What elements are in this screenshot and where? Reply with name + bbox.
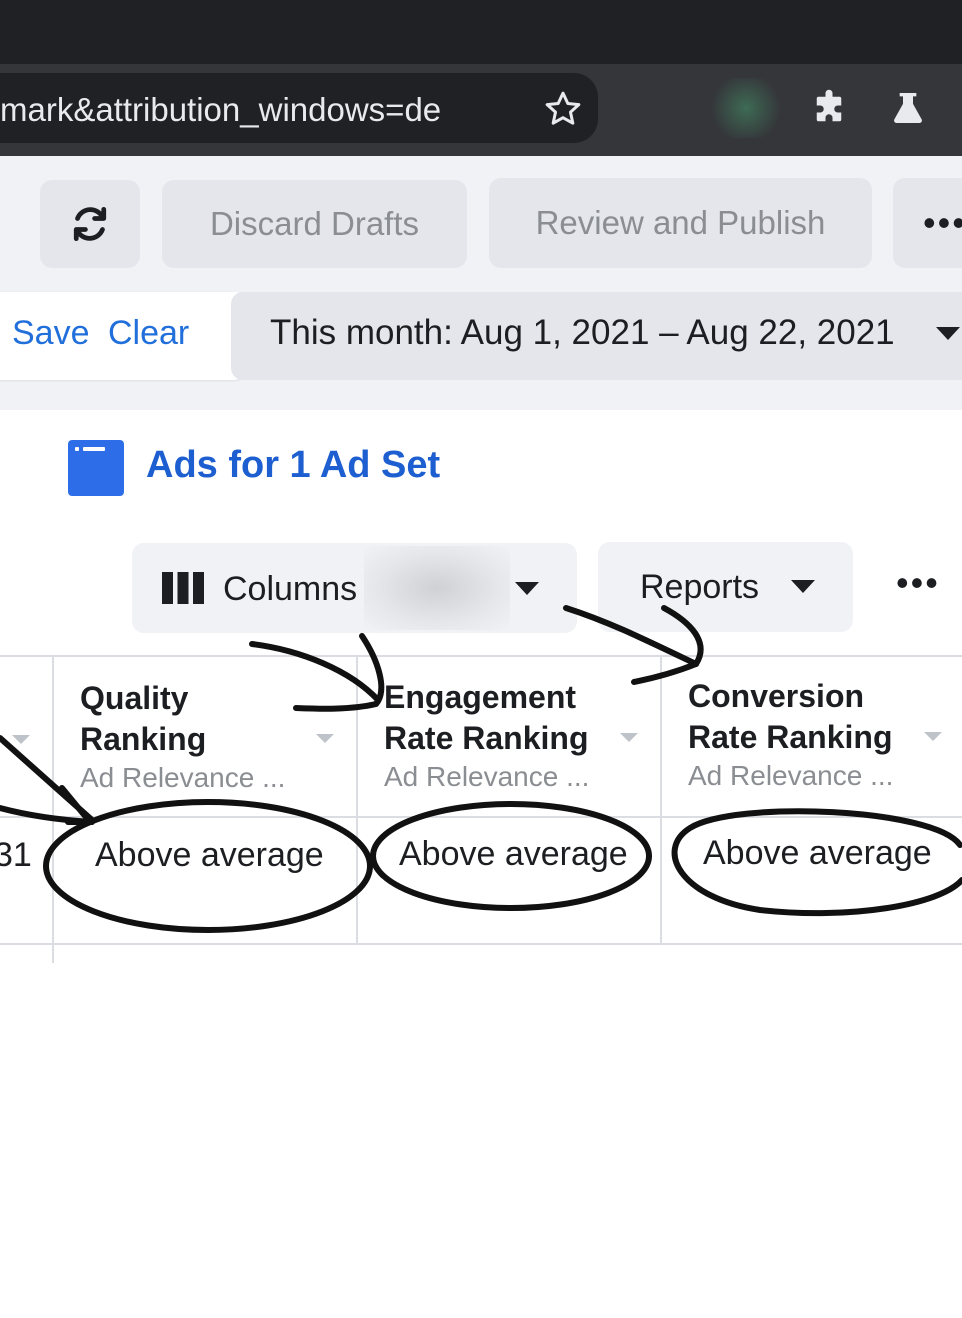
tab-ads-label: Ads for 1 Ad Set — [146, 444, 441, 486]
chevron-down-icon[interactable] — [515, 582, 539, 595]
column-subtitle: Ad Relevance ... — [80, 762, 286, 793]
ads-table-panel — [0, 524, 962, 1318]
column-subtitle: Ad Relevance ... — [384, 761, 590, 792]
chevron-down-icon[interactable] — [791, 580, 815, 593]
sort-caret-icon[interactable] — [620, 733, 638, 742]
column-header-line: Conversion — [688, 678, 865, 714]
save-filter-link[interactable]: Save — [12, 314, 90, 353]
table-cell-engagement-rate-ranking: Above average — [399, 835, 628, 873]
table-header-bottom-border — [0, 816, 962, 818]
column-subtitle: Ad Relevance ... — [688, 760, 894, 791]
refresh-icon — [73, 206, 107, 242]
reports-button-label: Reports — [640, 568, 760, 606]
column-divider — [660, 655, 662, 945]
date-range-label: This month: Aug 1, 2021 – Aug 22, 2021 — [270, 313, 895, 352]
tab-ad-sets[interactable] — [0, 424, 14, 524]
table-cell-quality-ranking: Above average — [95, 836, 324, 874]
review-and-publish-button[interactable]: Review and Publish — [489, 178, 872, 268]
columns-button-label: Columns — [223, 570, 358, 608]
column-header-quality-ranking[interactable]: Quality Ranking — [80, 678, 206, 760]
toolbar-more-button[interactable]: ••• — [893, 178, 962, 268]
profile-avatar[interactable] — [706, 78, 786, 138]
columns-preset-blurred — [364, 546, 510, 630]
refresh-button[interactable] — [40, 180, 140, 268]
column-header-line: Rate Ranking — [384, 720, 589, 756]
column-header-line: Ranking — [80, 721, 207, 757]
sort-caret-icon[interactable] — [12, 735, 30, 744]
column-header-line: Engagement — [384, 679, 577, 715]
column-header-line: Rate Ranking — [688, 719, 893, 755]
puzzle-icon[interactable] — [808, 88, 850, 130]
table-row-bottom-border — [0, 943, 962, 945]
table-cell-conversion-rate-ranking: Above average — [703, 834, 932, 872]
column-header-engagement-rate-ranking[interactable]: Engagement Rate Ranking — [384, 677, 588, 759]
column-divider — [356, 655, 358, 945]
browser-titlebar — [0, 0, 962, 64]
chevron-down-icon[interactable] — [936, 327, 960, 340]
sort-caret-icon[interactable] — [316, 734, 334, 743]
sort-caret-icon[interactable] — [924, 732, 942, 741]
column-header-conversion-rate-ranking[interactable]: Conversion Rate Ranking — [688, 676, 892, 758]
address-bar-text[interactable]: mark&attribution_windows=de — [0, 88, 520, 132]
clear-filter-link[interactable]: Clear — [108, 314, 189, 353]
star-icon[interactable] — [543, 89, 583, 129]
table-cell: 31 — [0, 836, 32, 874]
flask-icon[interactable] — [888, 88, 928, 128]
columns-icon — [162, 572, 204, 604]
discard-drafts-button[interactable]: Discard Drafts — [162, 180, 467, 268]
column-header-line: Quality — [80, 680, 189, 716]
column-divider — [52, 655, 54, 963]
table-header-top-border — [0, 655, 962, 657]
ad-icon — [68, 440, 124, 496]
table-more-button[interactable]: ••• — [896, 562, 940, 604]
